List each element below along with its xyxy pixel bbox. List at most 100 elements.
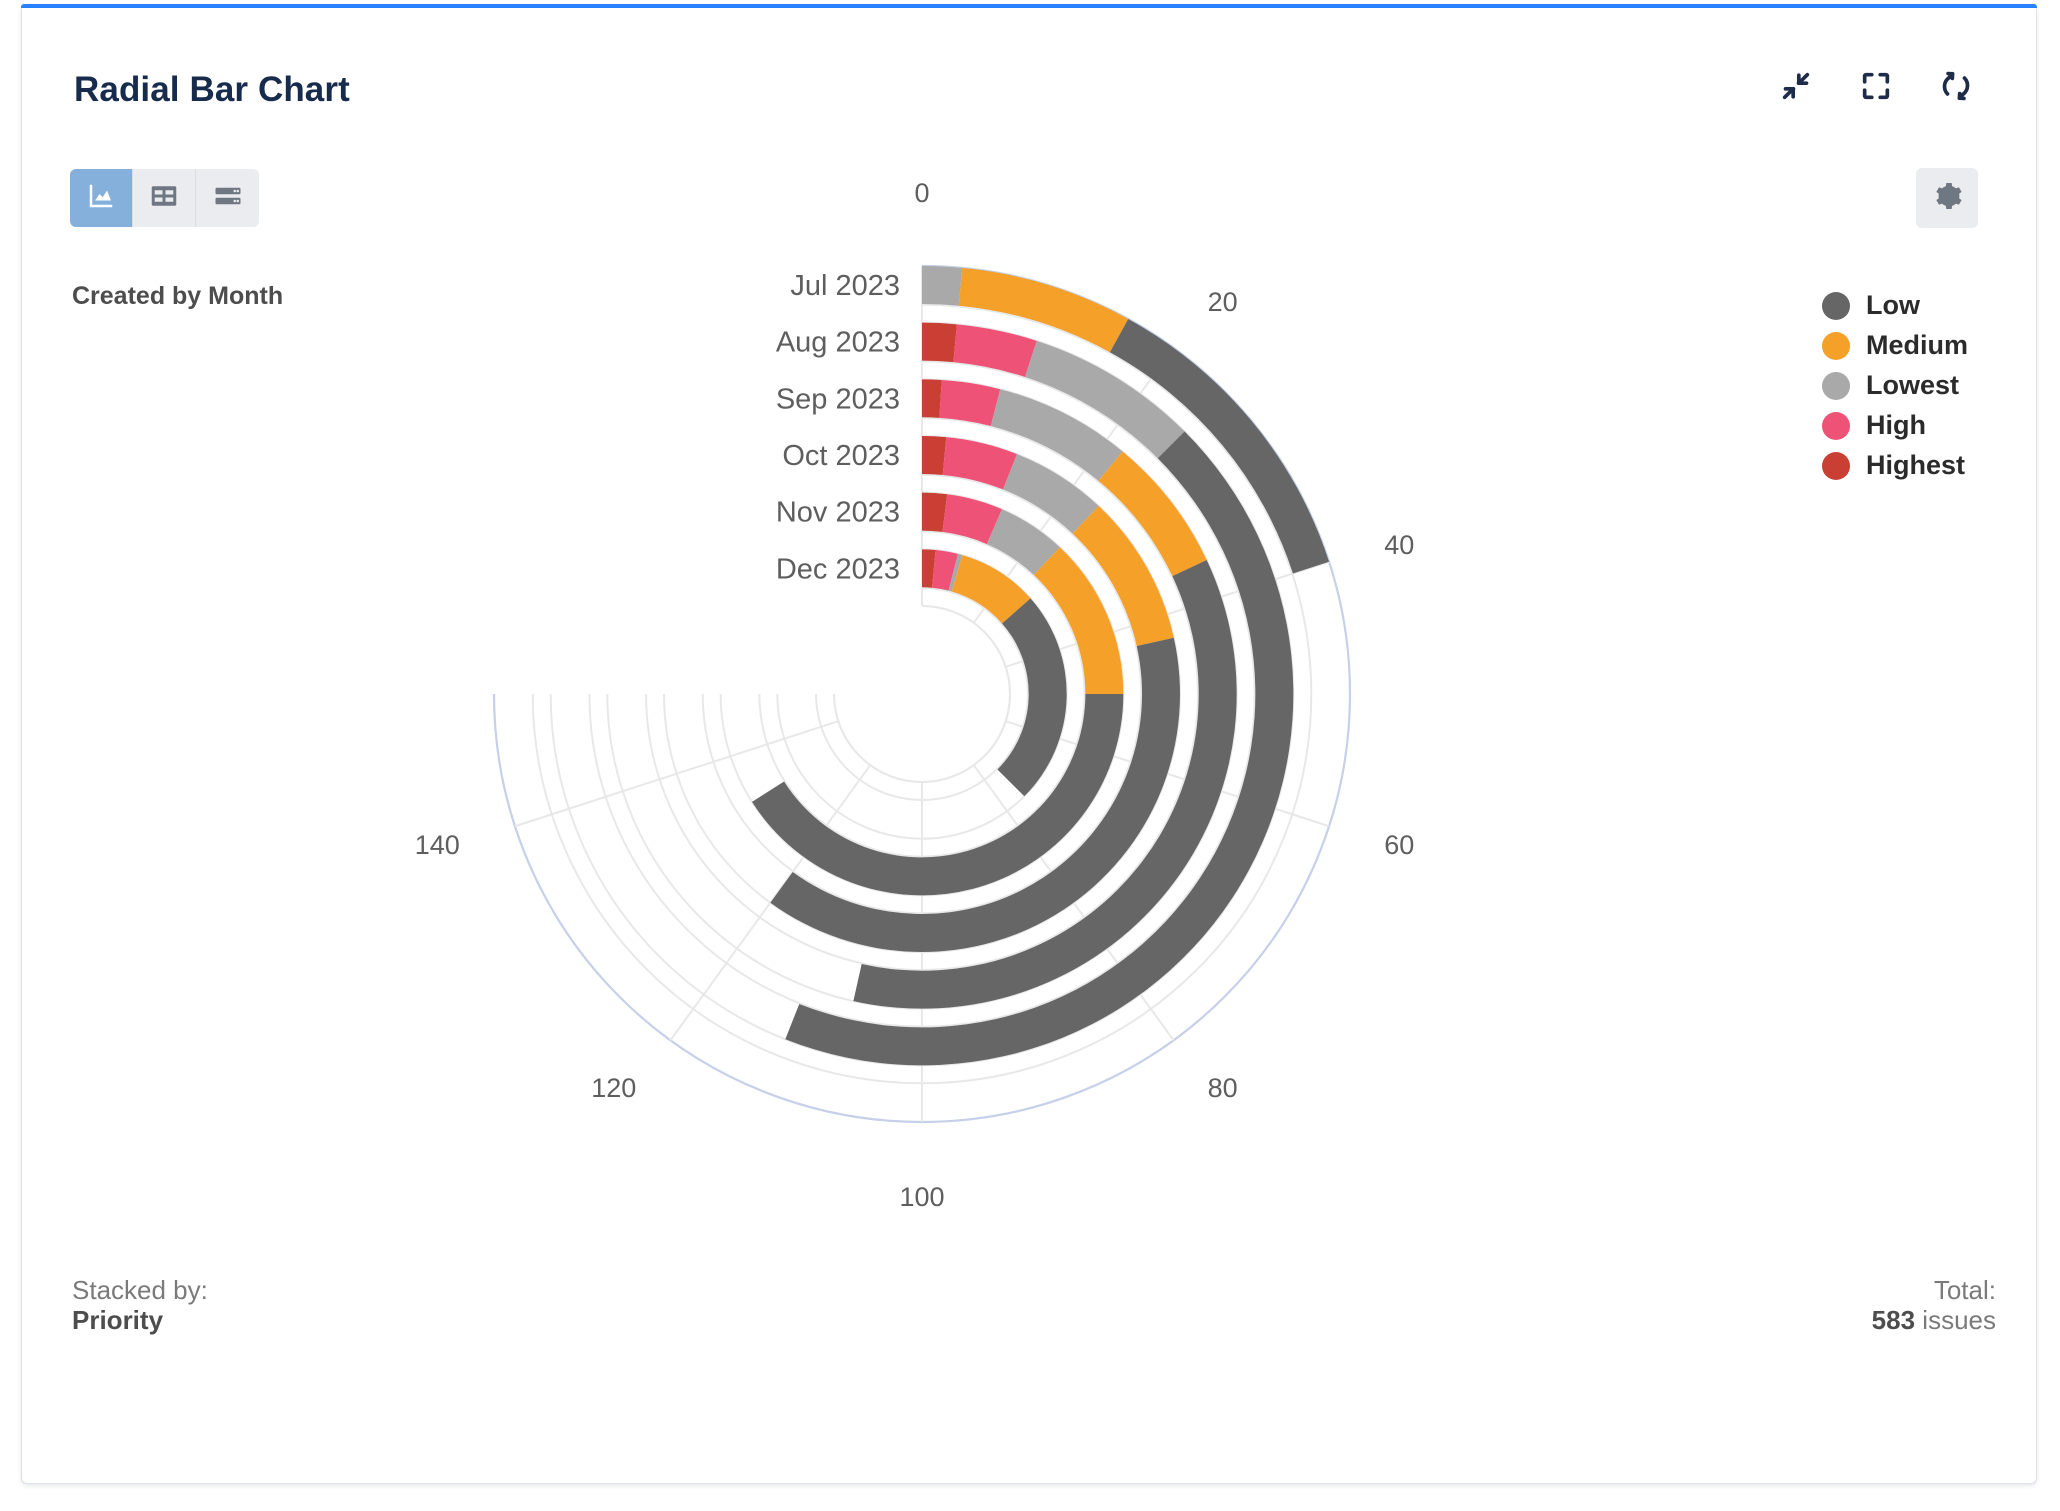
category-label: Aug 2023 [776, 327, 900, 359]
bar-segment[interactable] [987, 509, 1060, 575]
axis-tick-label: 80 [1208, 1073, 1238, 1103]
grid-spoke [515, 721, 838, 826]
bar-segment[interactable] [953, 324, 1036, 377]
legend-color-swatch [1822, 372, 1850, 400]
bar-segment[interactable] [943, 437, 1017, 489]
category-label: Nov 2023 [776, 497, 900, 529]
grid-arc [664, 436, 1180, 952]
grid-arc [607, 379, 1236, 1008]
bar-segment[interactable] [922, 493, 947, 532]
bar-segment[interactable] [997, 598, 1066, 796]
bar-segment[interactable] [1098, 452, 1206, 577]
bar-segment[interactable] [932, 550, 958, 591]
bar-segment[interactable] [1003, 454, 1099, 533]
legend-color-swatch [1822, 332, 1850, 360]
bar-segment[interactable] [770, 638, 1180, 952]
category-label: Dec 2023 [776, 553, 900, 585]
bar-segment[interactable] [949, 554, 963, 592]
legend-item-label: Highest [1866, 450, 1965, 481]
axis-tick-label: 60 [1384, 830, 1414, 860]
list-view-button[interactable] [196, 169, 259, 227]
axis-tick-label: 40 [1384, 530, 1414, 560]
bar-segment[interactable] [1034, 547, 1124, 694]
bar-segment[interactable] [991, 389, 1123, 481]
bar-segment[interactable] [853, 560, 1236, 1009]
axis-tick-label: 0 [914, 178, 929, 208]
chart-axis-labels: Jul 2023 Aug 2023 Sep 2023 Oct 2023 Nov 2023… [415, 178, 1415, 1212]
bar-segment[interactable] [922, 549, 936, 587]
screen-root: Radial Bar Chart [0, 0, 2060, 1511]
header-actions [1776, 66, 1976, 106]
bar-segment[interactable] [922, 266, 962, 306]
area-chart-icon [86, 181, 116, 216]
legend-item[interactable]: Highest [1822, 450, 1968, 481]
grid-arc [777, 549, 1066, 838]
grid-arc [533, 305, 1312, 1084]
grid-arc [834, 606, 1010, 782]
bar-segment[interactable] [959, 268, 1128, 352]
legend-color-swatch [1822, 412, 1850, 440]
chart-bars [752, 266, 1329, 1065]
category-label: Oct 2023 [782, 440, 900, 472]
axis-tick-label: 140 [415, 830, 460, 860]
axis-tick-label: 120 [591, 1073, 636, 1103]
grid-arc [816, 588, 1028, 800]
total-unit: issues [1922, 1305, 1996, 1335]
refresh-icon[interactable] [1936, 66, 1976, 106]
legend-item[interactable]: High [1822, 410, 1968, 441]
bar-segment[interactable] [752, 694, 1123, 895]
bar-segment[interactable] [942, 494, 1001, 544]
grid-spoke [670, 765, 870, 1040]
grid-spoke [974, 765, 1174, 1040]
stacked-by-info: Stacked by: Priority [72, 1276, 208, 1335]
grid-arc [589, 361, 1254, 1026]
radial-bar-chart-card: Radial Bar Chart [21, 8, 2037, 1484]
bar-segment[interactable] [952, 555, 1031, 623]
grid-arc [551, 323, 1294, 1066]
legend-item-label: Low [1866, 290, 1920, 321]
view-toggle-group[interactable] [70, 169, 259, 227]
list-icon [213, 181, 243, 216]
grid-spoke [1006, 562, 1329, 667]
chart-gridlines [494, 266, 1350, 1122]
gear-icon [1930, 179, 1964, 218]
chart-legend: Low Medium Lowest High Highest [1822, 290, 1968, 481]
total-value: 583 [1872, 1305, 1915, 1335]
page-title: Radial Bar Chart [74, 70, 350, 110]
legend-item-label: Medium [1866, 330, 1968, 361]
total-line: 583 issues [1872, 1316, 1996, 1333]
legend-color-swatch [1822, 452, 1850, 480]
bar-segment[interactable] [785, 431, 1293, 1065]
category-label: Jul 2023 [790, 270, 900, 302]
legend-item[interactable]: Lowest [1822, 370, 1968, 401]
bar-segment[interactable] [922, 323, 957, 362]
bar-segment[interactable] [1025, 341, 1185, 458]
grid-arc [494, 266, 1350, 1122]
settings-button[interactable] [1916, 168, 1978, 228]
table-icon [149, 181, 179, 216]
grid-arc [703, 475, 1142, 914]
legend-color-swatch [1822, 292, 1850, 320]
chart-view-button[interactable] [70, 169, 133, 227]
bar-segment[interactable] [922, 379, 942, 418]
total-label: Total: [1872, 1276, 1996, 1306]
collapse-icon[interactable] [1776, 66, 1816, 106]
legend-item-label: High [1866, 410, 1926, 441]
chart-subtitle: Created by Month [72, 282, 283, 311]
grid-arc [759, 531, 1084, 856]
stacked-by-label: Stacked by: [72, 1276, 208, 1306]
fullscreen-icon[interactable] [1856, 66, 1896, 106]
total-info: Total: 583 issues [1872, 1276, 1996, 1335]
radial-chart-canvas: Jul 2023 Aug 2023 Sep 2023 Oct 2023 Nov 2023… [22, 8, 2060, 1511]
category-label: Sep 2023 [776, 383, 900, 415]
grid-arc [646, 418, 1198, 970]
bar-segment[interactable] [1110, 319, 1329, 574]
bar-segment[interactable] [939, 380, 1000, 426]
bar-segment[interactable] [1073, 506, 1174, 646]
bar-segment[interactable] [922, 436, 946, 475]
legend-item[interactable]: Medium [1822, 330, 1968, 361]
table-view-button[interactable] [133, 169, 196, 227]
legend-item[interactable]: Low [1822, 290, 1968, 321]
stacked-by-value: Priority [72, 1305, 163, 1335]
axis-tick-label: 20 [1208, 287, 1238, 317]
